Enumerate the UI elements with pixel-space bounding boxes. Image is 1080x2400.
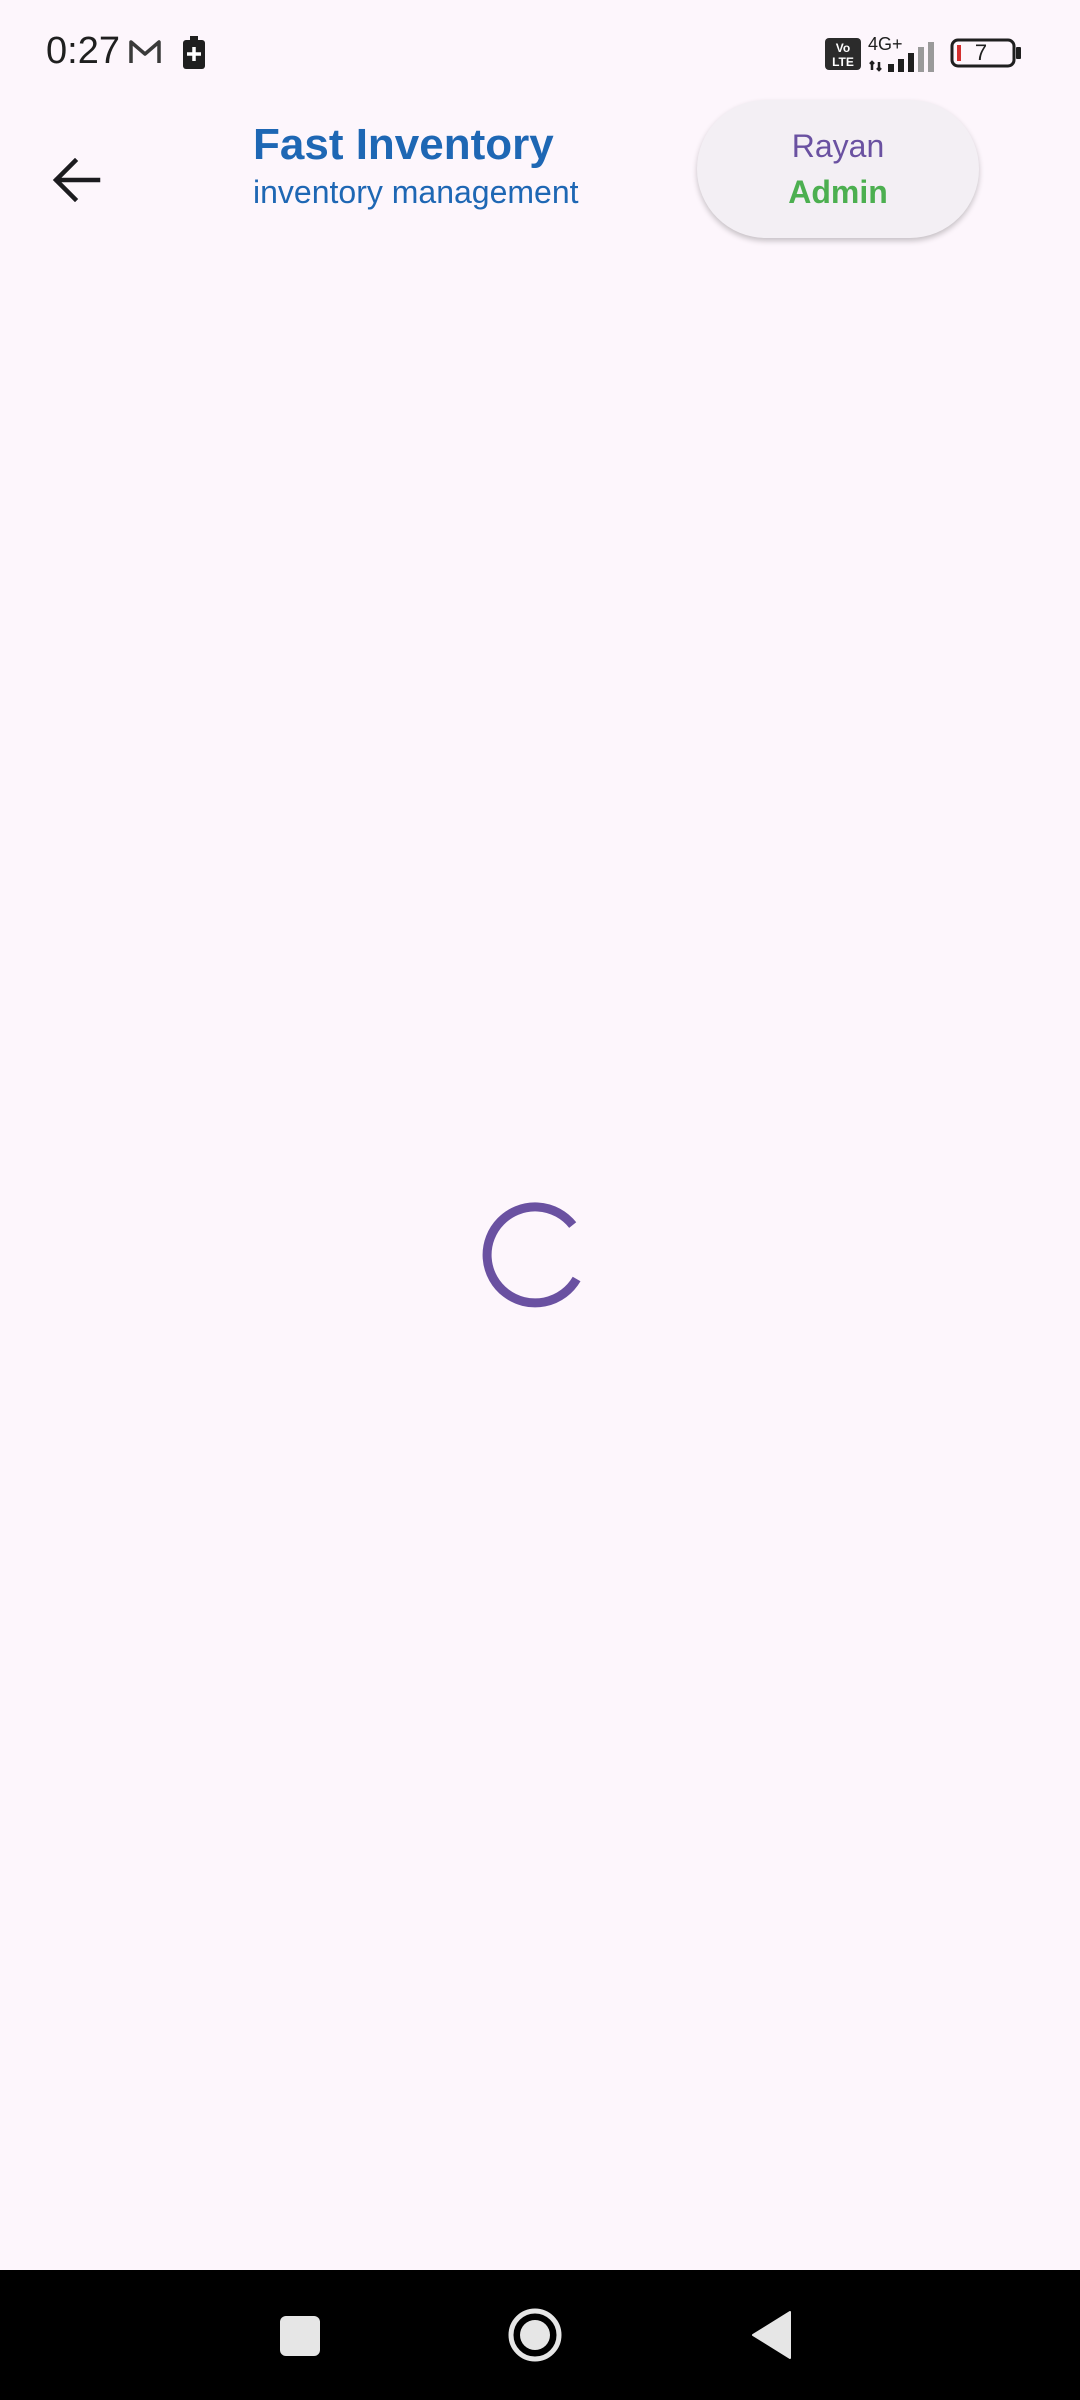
status-time: 0:27 (46, 30, 120, 72)
recents-icon[interactable] (279, 2315, 321, 2357)
back-icon[interactable] (750, 2310, 792, 2360)
battery-saver-icon (183, 36, 205, 69)
home-icon[interactable] (507, 2307, 563, 2363)
app-title: Fast Inventory (253, 120, 554, 169)
app-bar: Fast Inventory inventory management Raya… (0, 100, 1080, 250)
user-chip[interactable]: Rayan Admin (697, 100, 979, 238)
user-name: Rayan (791, 128, 885, 164)
title-block: Fast Inventory inventory management (253, 118, 579, 212)
screen: 0:27 Vo LTE 4G+ 7 Fast Inventory invento… (0, 0, 1080, 2400)
gmail-icon (129, 40, 161, 63)
status-bar: 0:27 Vo LTE 4G+ 7 (0, 0, 1080, 100)
app-subtitle: inventory management (253, 174, 579, 210)
navigation-bar (0, 2270, 1080, 2400)
signal-icon (869, 42, 934, 72)
battery-level: 7 (974, 40, 988, 65)
back-button[interactable] (36, 140, 116, 220)
user-role: Admin (788, 174, 888, 210)
arrow-back-icon (52, 158, 101, 202)
svg-text:LTE: LTE (832, 55, 854, 69)
svg-text:Vo: Vo (836, 41, 850, 55)
volte-icon: Vo LTE (825, 38, 861, 70)
loading-spinner-icon (482, 1202, 581, 1308)
